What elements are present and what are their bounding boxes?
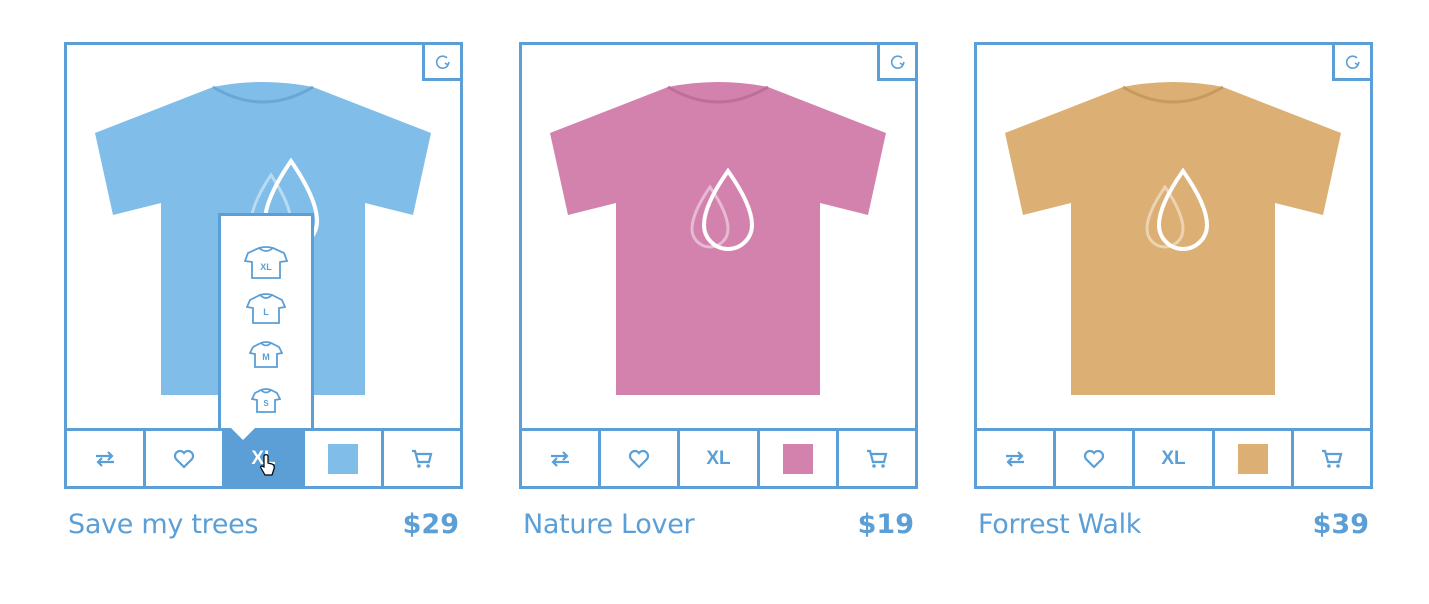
size-button[interactable]: XL [1135, 431, 1215, 486]
product-caption: Save my trees $29 [68, 509, 459, 540]
product-price: $19 [857, 509, 914, 540]
tshirt-l-icon: L [246, 293, 286, 324]
compare-button[interactable] [67, 431, 147, 486]
compare-icon [96, 450, 115, 467]
hand-cursor-icon [260, 454, 275, 476]
svg-text:S: S [263, 399, 269, 408]
compare-button[interactable] [522, 431, 602, 486]
add-to-cart-button[interactable] [839, 431, 915, 486]
color-button[interactable] [760, 431, 839, 486]
size-button[interactable]: XL [680, 431, 760, 486]
rotate-button[interactable] [422, 45, 460, 81]
product-caption: Forrest Walk $39 [978, 509, 1369, 540]
color-button[interactable] [1215, 431, 1294, 486]
rotate-button[interactable] [1332, 45, 1370, 81]
color-swatch [782, 443, 813, 474]
product-frame: XL [519, 42, 918, 489]
product-toolbar: XL [977, 428, 1370, 486]
color-button[interactable] [305, 431, 384, 486]
compare-button[interactable] [977, 431, 1057, 486]
product-toolbar: XL [522, 428, 915, 486]
size-dropdown: XL L M S [218, 213, 314, 428]
add-to-cart-button[interactable] [1294, 431, 1370, 486]
size-label: XL [706, 447, 731, 469]
svg-text:XL: XL [260, 262, 272, 272]
rotate-icon [890, 54, 905, 69]
size-option-m[interactable]: M [244, 336, 288, 374]
heart-icon [1084, 449, 1105, 469]
tshirt-m-icon: M [249, 341, 283, 368]
product-frame: XL XL L M S [64, 42, 463, 489]
heart-icon [629, 449, 650, 469]
product-frame: XL [974, 42, 1373, 489]
product-name[interactable]: Save my trees [68, 509, 259, 540]
color-swatch [327, 443, 358, 474]
product-card: XL XL L M S Save my trees $29 [64, 42, 463, 540]
size-option-xl[interactable]: XL [244, 244, 288, 282]
product-price: $39 [1312, 509, 1369, 540]
favorite-button[interactable] [1056, 431, 1136, 486]
compare-icon [1006, 450, 1025, 467]
product-caption: Nature Lover $19 [523, 509, 914, 540]
product-image [522, 45, 915, 428]
product-card: XL Forrest Walk $39 [974, 42, 1373, 540]
rotate-button[interactable] [877, 45, 915, 81]
size-label: XL [1161, 447, 1186, 469]
cart-icon [411, 449, 433, 468]
rotate-icon [435, 54, 450, 69]
size-option-l[interactable]: L [244, 290, 288, 328]
add-to-cart-button[interactable] [384, 431, 460, 486]
product-image [977, 45, 1370, 428]
product-card: XL Nature Lover $19 [519, 42, 918, 540]
cart-icon [1321, 449, 1343, 468]
product-name[interactable]: Forrest Walk [978, 509, 1141, 540]
tshirt-xl-icon: XL [244, 246, 288, 279]
size-option-s[interactable]: S [244, 382, 288, 420]
compare-icon [551, 450, 570, 467]
tshirt-image [1005, 82, 1341, 395]
product-price: $29 [402, 509, 459, 540]
color-swatch [1237, 443, 1268, 474]
rotate-icon [1345, 54, 1360, 69]
tshirt-image [550, 82, 886, 395]
favorite-button[interactable] [601, 431, 681, 486]
svg-text:M: M [262, 352, 270, 362]
svg-text:L: L [263, 307, 269, 317]
cart-icon [866, 449, 888, 468]
favorite-button[interactable] [146, 431, 226, 486]
product-name[interactable]: Nature Lover [523, 509, 695, 540]
heart-icon [174, 449, 195, 469]
tshirt-s-icon: S [251, 388, 281, 413]
dropdown-arrow [231, 428, 255, 440]
